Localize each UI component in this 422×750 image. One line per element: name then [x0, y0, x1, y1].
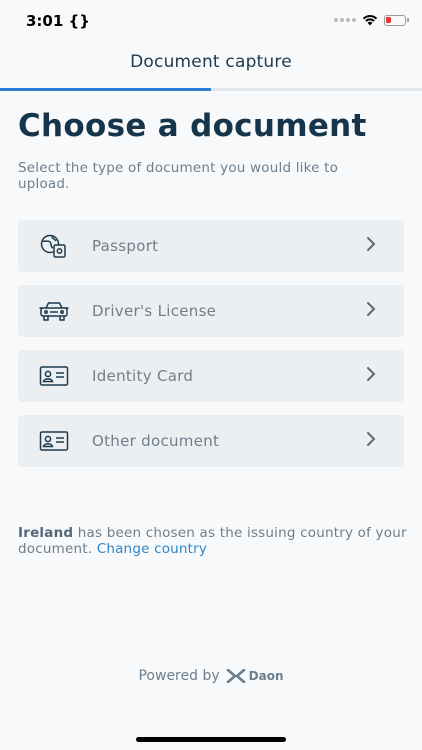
- id-card-icon: [18, 365, 92, 387]
- chevron-right-icon: [367, 367, 376, 381]
- header-title: Document capture: [130, 52, 292, 72]
- document-options: Passport Driver's License Identity Card …: [18, 220, 404, 480]
- option-label: Driver's License: [92, 302, 217, 320]
- powered-by: Powered by Daon: [0, 668, 422, 684]
- document-capture-screen: 3:01 {} Document capture Choose a docume…: [0, 0, 422, 750]
- progress-bar: [0, 88, 422, 91]
- brand-logo: Daon: [226, 669, 284, 683]
- progress-fill: [0, 88, 211, 91]
- powered-by-label: Powered by: [138, 668, 220, 684]
- id-card-icon: [18, 430, 92, 452]
- chevron-right-icon: [367, 237, 376, 251]
- option-drivers-license[interactable]: Driver's License: [18, 285, 404, 337]
- passport-icon: [18, 233, 92, 259]
- home-indicator[interactable]: [136, 737, 286, 742]
- option-other-document[interactable]: Other document: [18, 415, 404, 467]
- signal-icon: [334, 18, 356, 22]
- issuing-country-info: Ireland has been chosen as the issuing c…: [18, 525, 408, 557]
- change-country-link[interactable]: Change country: [97, 541, 207, 557]
- option-label: Passport: [92, 237, 159, 255]
- page-subtitle: Select the type of document you would li…: [18, 160, 339, 192]
- status-bar: 3:01 {}: [0, 0, 422, 44]
- page-title: Choose a document: [18, 108, 367, 144]
- chevron-right-icon: [367, 302, 376, 316]
- option-passport[interactable]: Passport: [18, 220, 404, 272]
- option-identity-card[interactable]: Identity Card: [18, 350, 404, 402]
- chevron-right-icon: [367, 432, 376, 446]
- brand-name: Daon: [248, 669, 284, 683]
- option-label: Other document: [92, 432, 220, 450]
- status-icons: [334, 14, 409, 26]
- battery-icon: [384, 14, 409, 26]
- daon-logo-icon: [226, 669, 245, 683]
- option-label: Identity Card: [92, 367, 194, 385]
- status-time: 3:01 {}: [26, 12, 90, 30]
- issuing-country-text: has been chosen as the issuing country o…: [18, 525, 407, 557]
- car-icon: [18, 300, 92, 322]
- wifi-icon: [362, 15, 378, 26]
- issuing-country: Ireland: [18, 525, 74, 541]
